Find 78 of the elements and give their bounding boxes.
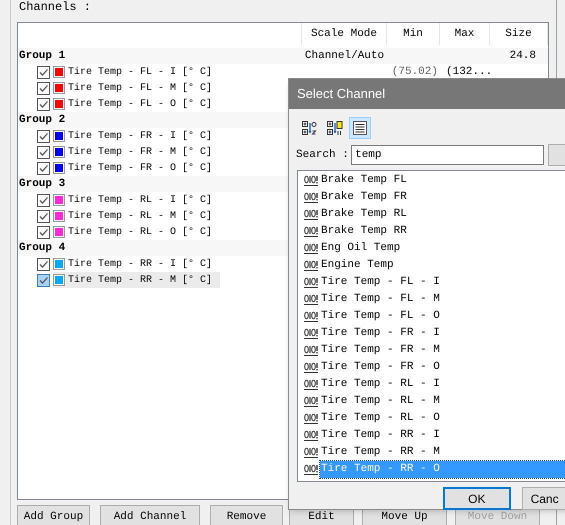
- group-label: Group 4: [18, 241, 66, 256]
- checkbox[interactable]: [37, 194, 50, 206]
- channel-icon: [304, 175, 318, 186]
- checkbox[interactable]: [37, 258, 50, 270]
- list-item[interactable]: Tire Temp - FR - M: [320, 342, 440, 359]
- window-title: Select Channel: [297, 85, 386, 104]
- channel-icon: [304, 277, 318, 288]
- list-item[interactable]: Tire Temp - RR - M: [320, 444, 440, 461]
- field-label: Search :: [296, 148, 350, 163]
- action-button[interactable]: Remove: [210, 505, 283, 525]
- group-label: Group 2: [18, 113, 66, 128]
- list-item[interactable]: Tire Temp - FL - M: [320, 291, 440, 308]
- channel-name: Tire Temp - RR - M [° C]: [68, 274, 212, 288]
- channel-name: Tire Temp - FR - O [° C]: [68, 162, 212, 176]
- list-item[interactable]: Tire Temp - RL - M: [320, 393, 440, 410]
- channel-name: Tire Temp - RL - M [° C]: [68, 210, 212, 224]
- channel-icon: [304, 328, 318, 339]
- channel-icon: [304, 413, 318, 424]
- channel-icon: [304, 294, 318, 305]
- list-item[interactable]: Brake Temp RL: [320, 206, 407, 223]
- list-item[interactable]: Tire Temp - RL - I: [320, 376, 440, 393]
- channel-name: Tire Temp - RL - O [° C]: [68, 226, 212, 240]
- list-item[interactable]: Brake Temp FR: [320, 189, 407, 206]
- channel-name: Tire Temp - FL - I [° C]: [68, 66, 212, 80]
- list-item[interactable]: Tire Temp - FR - I: [320, 325, 440, 342]
- list-item[interactable]: Brake Temp RR: [320, 223, 407, 240]
- list-item[interactable]: Tire Temp - FL - I: [320, 274, 440, 291]
- channel-icon: [304, 379, 318, 390]
- channel-icon: [304, 243, 318, 254]
- sort-icon: [302, 120, 318, 136]
- channel-icon: [304, 311, 318, 322]
- channel-icon: [304, 260, 318, 271]
- list-item[interactable]: Brake Temp FL: [320, 172, 407, 189]
- list-view-icon: [352, 120, 368, 136]
- channel-icon: [304, 192, 318, 203]
- channel-name: Tire Temp - RR - I [° C]: [68, 258, 212, 272]
- table-cell: Channel/Auto: [304, 50, 384, 62]
- channel-name: Tire Temp - RL - I [° C]: [68, 194, 212, 208]
- channel-name: Tire Temp - FL - M [° C]: [68, 82, 212, 96]
- dialog-button[interactable]: Canc: [522, 487, 565, 510]
- channel-icon: [304, 209, 318, 220]
- channel-icon: [304, 447, 318, 458]
- list-item[interactable]: Tire Temp - FL - O: [320, 308, 440, 325]
- checkbox[interactable]: [37, 274, 50, 286]
- channel-icon: [304, 362, 318, 373]
- toolbar-button[interactable]: [349, 117, 371, 139]
- group-label: Group 3: [18, 177, 66, 192]
- checkbox[interactable]: [37, 66, 50, 79]
- checkbox[interactable]: [37, 162, 50, 174]
- sort-icon: [327, 120, 343, 136]
- group-label: Group 1: [18, 49, 66, 64]
- checkbox[interactable]: [37, 130, 50, 142]
- checkbox[interactable]: [37, 210, 50, 222]
- search-field[interactable]: temp: [351, 145, 544, 165]
- list-item[interactable]: Tire Temp - RL - O: [320, 410, 440, 427]
- table-cell: 24.8: [510, 50, 536, 62]
- checkbox[interactable]: [37, 98, 50, 110]
- channel-icon: [304, 396, 318, 407]
- checkbox[interactable]: [37, 146, 50, 158]
- checkbox[interactable]: [37, 226, 50, 238]
- channel-icon: [304, 464, 318, 475]
- channel-icon: [304, 430, 318, 441]
- table-cell: (75.02): [392, 66, 438, 78]
- channel-icon: [304, 226, 318, 237]
- channel-icon: [304, 345, 318, 356]
- checkbox[interactable]: [37, 82, 50, 94]
- action-button[interactable]: Add Group: [17, 505, 90, 525]
- list-item[interactable]: Tire Temp - RR - I: [320, 427, 440, 444]
- list-item[interactable]: Engine Temp: [320, 257, 394, 274]
- channel-name: Tire Temp - FR - I [° C]: [68, 130, 212, 144]
- dialog-button[interactable]: OK: [443, 487, 511, 510]
- section-label: Channels :: [19, 0, 92, 14]
- table-cell: (132...: [446, 66, 492, 78]
- channel-name: Tire Temp - FL - O [° C]: [68, 98, 212, 112]
- channel-name: Tire Temp - FR - M [° C]: [68, 146, 212, 160]
- list-item[interactable]: Tire Temp - FR - O: [320, 359, 440, 376]
- list-item[interactable]: Eng Oil Temp: [320, 240, 400, 257]
- action-button[interactable]: Add Channel: [100, 505, 200, 525]
